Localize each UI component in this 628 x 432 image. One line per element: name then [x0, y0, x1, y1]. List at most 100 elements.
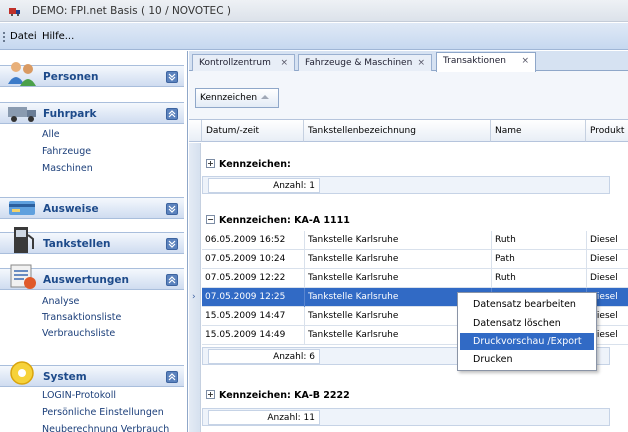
row-indicator-column: [189, 143, 201, 432]
truck-icon: [8, 107, 36, 122]
sidebar-link-transaktionsliste[interactable]: Transaktionsliste: [42, 312, 121, 323]
collapse-minus-icon[interactable]: −: [206, 215, 215, 224]
sidebar-link-login-protokoll[interactable]: LOGIN-Protokoll: [42, 390, 116, 401]
menu-item-datensatz-loeschen[interactable]: Datensatz löschen: [460, 315, 594, 332]
fuel-pump-icon: [14, 227, 34, 253]
cell-tankstelle: Tankstelle Karlsruhe: [308, 273, 399, 283]
card-icon: [9, 201, 35, 215]
table-row[interactable]: 07.05.2009 12:22 Tankstelle Karlsruhe Ru…: [202, 269, 628, 288]
section-title-fuhrpark: Fuhrpark: [43, 108, 97, 120]
chevron-up-icon[interactable]: [166, 371, 178, 383]
expand-plus-icon[interactable]: +: [206, 159, 215, 168]
cell-datum: 06.05.2009 16:52: [205, 235, 286, 245]
section-tankstellen[interactable]: Tankstellen: [0, 227, 184, 254]
content-area: Kontrollzentrum × Fahrzeuge & Maschinen …: [189, 51, 628, 432]
group-label: Kennzeichen:: [219, 159, 291, 170]
close-icon[interactable]: ×: [521, 56, 529, 66]
cell-tankstelle: Tankstelle Karlsruhe: [308, 311, 399, 321]
group-row[interactable]: + Kennzeichen: KA-B 2222: [202, 388, 628, 406]
chevron-down-icon[interactable]: [166, 71, 178, 83]
tab-transaktionen[interactable]: Transaktionen ×: [436, 52, 536, 72]
cell-datum: 07.05.2009 10:24: [205, 254, 286, 264]
sidebar-link-neuberechnung-verbrauch[interactable]: Neuberechnung Verbrauch: [42, 424, 169, 432]
section-title-tankstellen: Tankstellen: [43, 238, 111, 250]
cell-tankstelle: Tankstelle Karlsruhe: [308, 330, 399, 340]
sidebar-link-persoenliche-einstellungen[interactable]: Persönliche Einstellungen: [42, 407, 164, 418]
group-by-label: Kennzeichen: [200, 93, 258, 103]
app-truck-icon: [9, 8, 20, 16]
group-summary-row: Anzahl: 11: [202, 408, 610, 426]
chevron-down-icon[interactable]: [166, 238, 178, 250]
expand-plus-icon[interactable]: +: [206, 390, 215, 399]
menu-hilfe[interactable]: Hilfe...: [42, 31, 74, 42]
cell-datum: 15.05.2009 14:49: [205, 330, 286, 340]
group-row[interactable]: + Kennzeichen:: [202, 157, 628, 175]
menu-item-datensatz-bearbeiten[interactable]: Datensatz bearbeiten: [460, 296, 594, 313]
menu-datei[interactable]: Datei: [10, 31, 37, 42]
grid-header-indicator: [189, 120, 202, 142]
cell-datum: 07.05.2009 12:25: [205, 292, 286, 302]
group-label: Kennzeichen: KA-B 2222: [219, 390, 350, 401]
section-personen[interactable]: Personen: [0, 62, 184, 87]
column-header-datum[interactable]: Datum/-zeit: [202, 120, 304, 142]
tab-label: Transaktionen: [443, 56, 506, 66]
section-title-ausweise: Ausweise: [43, 203, 99, 215]
group-count: Anzahl: 1: [208, 178, 320, 193]
group-row[interactable]: − Kennzeichen: KA-A 1111: [202, 213, 628, 231]
cell-tankstelle: Tankstelle Karlsruhe: [308, 254, 399, 264]
sidebar-link-alle[interactable]: Alle: [42, 129, 60, 140]
navigation-sidebar: Personen Fuhrpark Alle Fahrzeuge Maschin…: [0, 51, 188, 432]
menu-bar: Datei Hilfe...: [0, 23, 628, 50]
cell-name: Ruth: [495, 273, 516, 283]
chevron-up-icon[interactable]: [166, 108, 178, 120]
close-icon[interactable]: ×: [280, 58, 288, 68]
sort-ascending-icon: [261, 95, 270, 99]
cell-datum: 15.05.2009 14:47: [205, 311, 286, 321]
column-header-tankstelle[interactable]: Tankstellenbezeichnung: [304, 120, 491, 142]
cell-produkt: Diesel: [590, 235, 618, 245]
group-summary-row: Anzahl: 1: [202, 176, 610, 194]
cell-name: Path: [495, 254, 515, 264]
tab-fahrzeuge-maschinen[interactable]: Fahrzeuge & Maschinen ×: [298, 54, 432, 71]
table-row[interactable]: 07.05.2009 10:24 Tankstelle Karlsruhe Pa…: [202, 250, 628, 269]
group-count: Anzahl: 11: [208, 410, 320, 425]
report-icon: [10, 264, 36, 289]
cell-tankstelle: Tankstelle Karlsruhe: [308, 292, 399, 302]
cell-produkt: Diesel: [590, 254, 618, 264]
cell-name: Ruth: [495, 235, 516, 245]
system-icon: [10, 361, 34, 385]
cell-tankstelle: Tankstelle Karlsruhe: [308, 235, 399, 245]
tab-label: Kontrollzentrum: [199, 58, 271, 68]
current-row-pointer-icon: ›: [192, 292, 196, 302]
section-title-auswertungen: Auswertungen: [43, 274, 129, 286]
group-by-chip[interactable]: Kennzeichen: [195, 88, 279, 108]
section-auswertungen[interactable]: Auswertungen: [0, 264, 184, 290]
cell-datum: 07.05.2009 12:22: [205, 273, 286, 283]
menu-item-druckvorschau-export[interactable]: Druckvorschau /Export: [460, 333, 594, 350]
sidebar-link-analyse[interactable]: Analyse: [42, 296, 79, 307]
menu-item-drucken[interactable]: Drucken: [460, 351, 594, 368]
people-icon: [8, 62, 36, 86]
sidebar-link-fahrzeuge[interactable]: Fahrzeuge: [42, 146, 91, 157]
tab-strip: Kontrollzentrum × Fahrzeuge & Maschinen …: [189, 51, 628, 72]
toolbar-grip-icon[interactable]: [3, 32, 5, 42]
sidebar-link-maschinen[interactable]: Maschinen: [42, 163, 93, 174]
close-icon[interactable]: ×: [417, 58, 425, 68]
chevron-down-icon[interactable]: [166, 203, 178, 215]
chevron-up-icon[interactable]: [166, 274, 178, 286]
column-header-produkt[interactable]: Produkt: [586, 120, 628, 142]
group-label: Kennzeichen: KA-A 1111: [219, 215, 350, 226]
section-ausweise[interactable]: Ausweise: [0, 197, 184, 219]
cell-produkt: Diesel: [590, 273, 618, 283]
section-title-system: System: [43, 371, 87, 383]
section-system[interactable]: System: [0, 361, 184, 387]
window-title: DEMO: FPI.net Basis ( 10 / NOVOTEC ): [32, 5, 231, 17]
tab-kontrollzentrum[interactable]: Kontrollzentrum ×: [192, 54, 295, 71]
section-fuhrpark[interactable]: Fuhrpark: [0, 102, 184, 124]
group-count: Anzahl: 6: [208, 349, 320, 364]
tab-label: Fahrzeuge & Maschinen: [305, 58, 413, 68]
column-header-name[interactable]: Name: [491, 120, 586, 142]
sidebar-link-verbrauchsliste[interactable]: Verbrauchsliste: [42, 328, 115, 339]
context-menu: Datensatz bearbeiten Datensatz löschen D…: [457, 292, 597, 371]
table-row[interactable]: 06.05.2009 16:52 Tankstelle Karlsruhe Ru…: [202, 231, 628, 250]
